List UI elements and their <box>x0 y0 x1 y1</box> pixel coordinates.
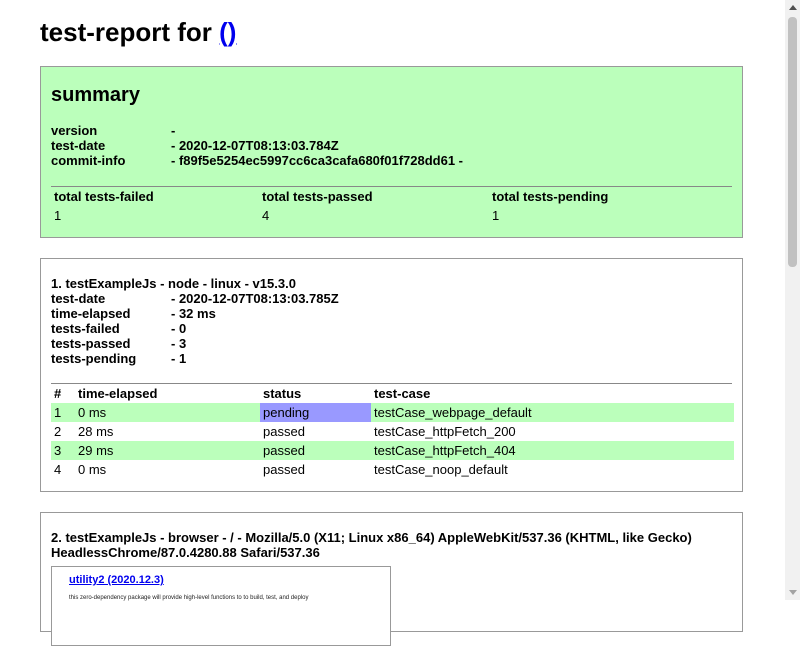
page-title: test-report for () <box>40 16 236 48</box>
table-row: 2 28 ms passed testCase_httpFetch_200 <box>51 422 734 441</box>
table-header-row: # time-elapsed status test-case <box>51 384 734 403</box>
preview-description: this zero-dependency package will provid… <box>69 595 309 601</box>
total-failed-value: 1 <box>54 208 62 223</box>
scroll-up-icon[interactable] <box>789 5 797 10</box>
field-value: - <box>171 123 176 138</box>
column-header: total tests-failed <box>54 189 154 204</box>
row-number: 4 <box>54 462 62 477</box>
column-header: time-elapsed <box>78 386 158 401</box>
row-number: 1 <box>51 403 75 422</box>
field-value: - 2020-12-07T08:13:03.785Z <box>171 291 339 306</box>
summary-totals-table: total tests-failed total tests-passed to… <box>51 187 734 225</box>
test1-date-row: test-date - 2020-12-07T08:13:03.785Z <box>51 291 339 306</box>
column-header: total tests-passed <box>262 189 373 204</box>
table-row: 1 0 ms pending testCase_webpage_default <box>51 403 734 422</box>
total-passed-value: 4 <box>262 208 270 223</box>
summary-test-date-row: test-date - 2020-12-07T08:13:03.784Z <box>51 138 463 153</box>
test1-title: 1. testExampleJs - node - linux - v15.3.… <box>51 276 296 291</box>
field-value: - 32 ms <box>171 306 216 321</box>
totals-header-row: total tests-failed total tests-passed to… <box>51 187 734 206</box>
test-cases-table: # time-elapsed status test-case 1 0 ms p… <box>51 384 734 479</box>
test-report-panel-1: 1. testExampleJs - node - linux - v15.3.… <box>40 258 743 492</box>
summary-panel: summary version - test-date - 2020-12-07T0… <box>40 66 743 238</box>
status-badge: pending <box>260 403 371 422</box>
field-value: - 0 <box>171 321 187 336</box>
column-header: # <box>54 386 62 401</box>
row-test-case: testCase_webpage_default <box>371 403 734 422</box>
field-key: tests-passed <box>51 336 131 351</box>
row-number: 2 <box>54 424 62 439</box>
test-report-panel-2: 2. testExampleJs - browser - / - Mozilla… <box>40 512 743 646</box>
table-row: 3 29 ms passed testCase_httpFetch_404 <box>51 441 734 460</box>
column-header: total tests-pending <box>492 189 609 204</box>
status-badge: passed <box>263 424 305 439</box>
test1-passed-row: tests-passed - 3 <box>51 336 339 351</box>
test1-failed-row: tests-failed - 0 <box>51 321 339 336</box>
repo-link[interactable]: () <box>219 17 236 47</box>
field-key: tests-failed <box>51 321 120 336</box>
column-header: test-case <box>374 386 431 401</box>
summary-heading: summary <box>51 84 140 106</box>
test1-pending-row: tests-pending - 1 <box>51 351 339 366</box>
scrollbar-thumb[interactable] <box>788 17 797 267</box>
row-time: 0 ms <box>78 462 107 477</box>
field-value: - 2020-12-07T08:13:03.784Z <box>171 138 339 153</box>
summary-commit-info-row: commit-info - f89f5e5254ec5997cc6ca3cafa6… <box>51 153 463 168</box>
test1-time-row: time-elapsed - 32 ms <box>51 306 339 321</box>
field-value: - 3 <box>171 336 187 351</box>
field-key: tests-pending <box>51 351 137 366</box>
scroll-down-icon[interactable] <box>789 590 797 595</box>
row-number: 3 <box>51 441 75 460</box>
field-value: - 1 <box>171 351 187 366</box>
screenshot-preview[interactable]: utility2 (2020.12.3) this zero-dependenc… <box>51 566 391 646</box>
table-row: 4 0 ms passed testCase_noop_default <box>51 460 734 479</box>
row-time: 29 ms <box>75 441 260 460</box>
summary-version-row: version - <box>51 123 463 138</box>
status-badge: passed <box>263 462 305 477</box>
field-key: commit-info <box>51 153 126 168</box>
field-key: version <box>51 123 98 138</box>
preview-link[interactable]: utility2 (2020.12.3) <box>69 574 164 586</box>
test1-info: 1. testExampleJs - node - linux - v15.3.… <box>51 276 339 366</box>
field-value: - f89f5e5254ec5997cc6ca3cafa680f01f728dd… <box>171 153 463 168</box>
status-badge: passed <box>260 441 371 460</box>
row-time: 28 ms <box>78 424 114 439</box>
total-pending-value: 1 <box>492 208 500 223</box>
totals-value-row: 1 4 1 <box>51 206 734 225</box>
vertical-scrollbar[interactable] <box>785 0 800 600</box>
row-test-case: testCase_noop_default <box>374 462 508 477</box>
row-test-case: testCase_httpFetch_200 <box>374 424 516 439</box>
field-key: test-date <box>51 138 106 153</box>
page-title-text: test-report for <box>40 17 220 47</box>
field-key: time-elapsed <box>51 306 131 321</box>
column-header: status <box>263 386 302 401</box>
summary-info: version - test-date - 2020-12-07T08:13:03.… <box>51 123 463 168</box>
test2-title: 2. testExampleJs - browser - / - Mozilla… <box>51 530 692 560</box>
row-test-case: testCase_httpFetch_404 <box>371 441 734 460</box>
row-time: 0 ms <box>75 403 260 422</box>
field-key: test-date <box>51 291 106 306</box>
